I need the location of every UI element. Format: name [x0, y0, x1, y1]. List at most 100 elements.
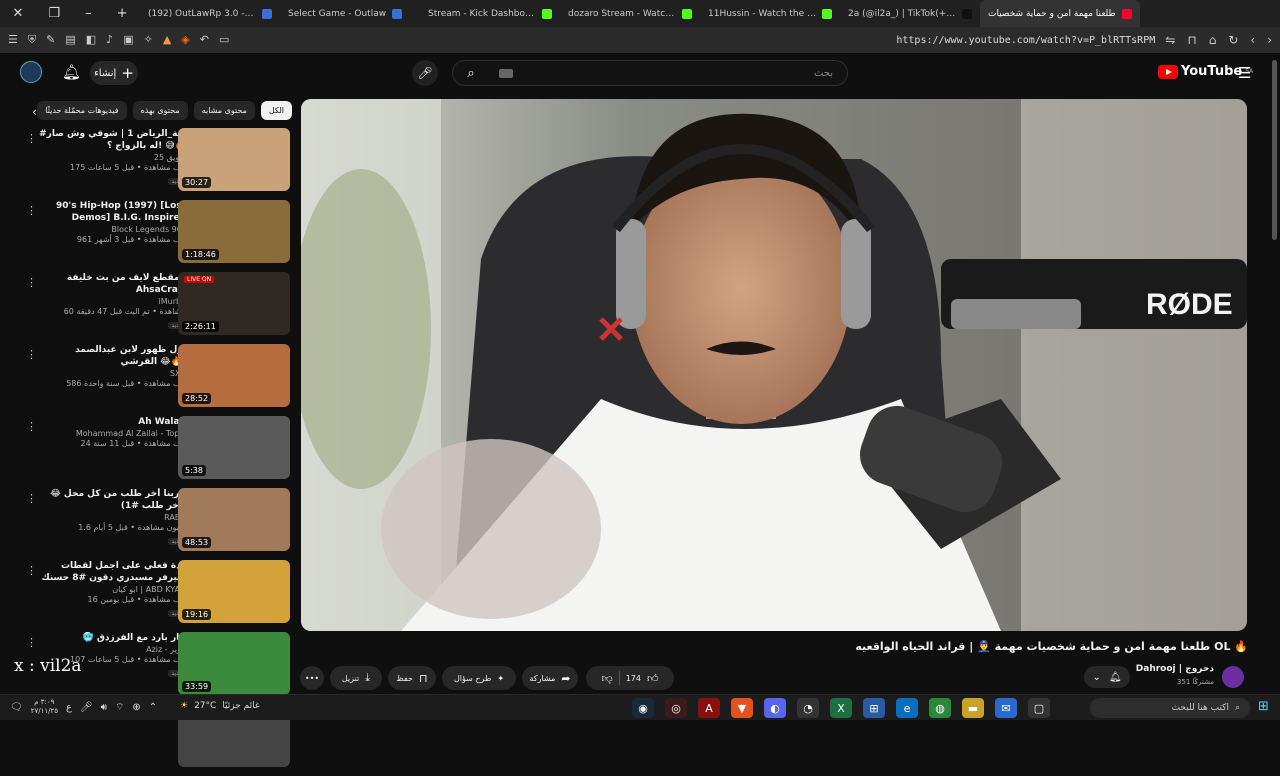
excel-icon[interactable]: X	[830, 698, 852, 718]
mail-icon[interactable]: ✉	[995, 698, 1017, 718]
weather-widget[interactable]: ☀ 27°C غائم جزئيًا	[180, 701, 260, 711]
extension-icon[interactable]: ✧	[144, 33, 153, 47]
chrome-icon[interactable]: ◍	[929, 698, 951, 718]
filter-chip[interactable]: الكل	[260, 100, 292, 120]
related-video-item[interactable]: ⋮ جربنا أخر طلب من كل محل 😂 (اخر طلب #1) R…	[14, 488, 292, 556]
related-video-title[interactable]: 🥶 حار بارد مع الفرزدق	[36, 632, 186, 644]
file-explorer-icon[interactable]: ▬	[962, 698, 984, 718]
related-video-channel[interactable]: SXB	[36, 369, 186, 378]
related-video-title[interactable]: Ah Walah	[36, 416, 186, 428]
search-icon[interactable]: ⌕	[453, 66, 489, 81]
forward-icon[interactable]: ›	[1267, 33, 1272, 47]
dislike-icon[interactable]: 👎︎	[602, 672, 613, 685]
chevron-up-icon[interactable]: ⌃	[149, 702, 157, 713]
close-window-icon[interactable]: ✕	[13, 6, 24, 21]
input-language[interactable]: ع	[66, 702, 72, 713]
url-field[interactable]: https://www.youtube.com/watch?v=P_blRTTs…	[896, 35, 1155, 46]
related-video-item[interactable]: ⋮ Ah Walah Mohammad Al Zailai - Topic 24 أل…	[14, 416, 292, 484]
related-video-item[interactable]: ⋮اول ظهور لابن عبدالصمد القرشي 😂🔥!SXB586…	[14, 344, 292, 412]
related-video-thumbnail[interactable]: LIVE ON 2:26:11	[178, 272, 290, 335]
search-input[interactable]: بحث	[814, 68, 833, 79]
related-video-title[interactable]: #لغة_الرياض 1 | شوفي وش صار له بالزواج ؟…	[36, 128, 186, 152]
steam-icon[interactable]: ◉	[632, 698, 654, 718]
related-video-title[interactable]: اول ظهور لابن عبدالصمد القرشي 😂🔥!	[36, 344, 186, 368]
related-video-item[interactable]: ⋮ردة فعلي على اجمل لقطات سيرفر مسبدري دق…	[14, 560, 292, 628]
undo-icon[interactable]: ↶	[200, 33, 209, 47]
pen-icon[interactable]: ✎	[46, 33, 55, 47]
related-video-item[interactable]: ⋮ #لغة_الرياض 1 | شوفي وش صار له بالزواج …	[14, 128, 292, 196]
voice-search-button[interactable]: 🎤︎	[412, 60, 438, 86]
browser-tab[interactable]: طلعنا مهمة امن و حماية شخصيات	[980, 0, 1140, 27]
page-scrollbar[interactable]	[1272, 60, 1277, 240]
task-view-icon[interactable]: ▢	[1028, 698, 1050, 718]
brave-shield-icon[interactable]: ◈	[181, 33, 189, 47]
filter-chip[interactable]: محتوى بهذه	[132, 100, 188, 120]
menu-icon[interactable]: ☰	[8, 33, 18, 47]
reload-icon[interactable]: ↻	[1228, 33, 1238, 47]
edge-icon[interactable]: e	[896, 698, 918, 718]
related-video-title[interactable]: جربنا أخر طلب من كل محل 😂 (اخر طلب #1)	[36, 488, 186, 512]
sidebar-icon[interactable]: ◧	[86, 33, 96, 47]
new-tab-icon[interactable]: +	[117, 6, 128, 21]
speedometer-icon[interactable]: ◔	[797, 698, 819, 718]
related-video-thumbnail[interactable]: 1:18:46	[178, 200, 290, 263]
bookmark-icon[interactable]: ⊓	[1187, 33, 1196, 47]
video-player[interactable]: RØDE	[301, 99, 1247, 631]
notifications-bell-icon[interactable]: 🔔︎	[62, 63, 81, 81]
related-video-thumbnail[interactable]: 33:59	[178, 632, 290, 695]
guide-menu-icon[interactable]: ☰	[1238, 64, 1251, 82]
filter-chip[interactable]: فيديوهات محمّلة حديثًا	[37, 100, 127, 120]
account-avatar[interactable]	[20, 61, 42, 83]
like-icon[interactable]: 👍︎	[647, 672, 659, 685]
related-video-channel[interactable]: ابو كيان | ABD KYAN	[36, 585, 186, 594]
related-video-title[interactable]: مقطع لايف من بث خليفة | AhsaCraft	[36, 272, 186, 296]
browser-tab[interactable]: 11Hussin - Watch the VOD on Kick	[700, 0, 840, 27]
related-video-thumbnail[interactable]: 30:27	[178, 128, 290, 191]
related-video-channel[interactable]: Mohammad Al Zailai - Topic	[36, 429, 186, 438]
browser-tab[interactable]: (192) OutLawRp 3.0 - Live Console	[140, 0, 280, 27]
channel-avatar[interactable]	[1222, 666, 1244, 688]
related-video-thumbnail[interactable]: 19:16	[178, 560, 290, 623]
restore-window-icon[interactable]: ❐	[48, 6, 60, 21]
brave-icon[interactable]: ▼	[731, 698, 753, 718]
related-video-thumbnail[interactable]: 5:38	[178, 416, 290, 479]
home-icon[interactable]: ⌂	[1209, 33, 1217, 47]
browser-tab[interactable]: Stream - Kick Dashboard	[420, 0, 560, 27]
related-video-thumbnail[interactable]: 28:52	[178, 344, 290, 407]
keyboard-icon[interactable]	[499, 68, 513, 78]
translate-icon[interactable]: ⇋	[1165, 33, 1175, 47]
related-video-channel[interactable]: iMurba	[36, 297, 186, 306]
channel-name[interactable]: Dahrooj | دحروج	[1136, 664, 1214, 674]
related-video-title[interactable]: 90's Hip-Hop (1997) [Lost Demos] B.I.G. …	[36, 200, 186, 224]
related-video-title[interactable]: ردة فعلي على اجمل لقطات سيرفر مسبدري دقو…	[36, 560, 186, 584]
discord-icon[interactable]: ◐	[764, 698, 786, 718]
browser-tab[interactable]: 2a (@il2a_) | TikTok(+99)	[840, 0, 980, 27]
music-icon[interactable]: ♪	[106, 33, 113, 47]
taskbar-search[interactable]: اكتب هنا للبحث ⌕	[1090, 698, 1250, 718]
clock[interactable]: ٣:٠٩ م ٢٧/١١/٢٥	[31, 698, 58, 716]
shield-icon[interactable]: ⛨	[28, 33, 36, 47]
volume-icon[interactable]: 🔊︎	[101, 702, 107, 713]
related-video-thumbnail[interactable]: 48:53	[178, 488, 290, 551]
store-icon[interactable]: ⊞	[863, 698, 885, 718]
screenshot-icon[interactable]: ▣	[123, 33, 133, 47]
related-video-item[interactable]: ⋮مقطع لايف من بث خليفة | AhsaCraftiMurba…	[14, 272, 292, 340]
tabs-icon[interactable]: ▤	[65, 33, 75, 47]
related-video-channel[interactable]: Aziz - عزيز	[36, 645, 186, 654]
ask-button[interactable]: طرح سؤال ✦	[442, 666, 516, 690]
browser-tab[interactable]: Select Game - Outlaw	[280, 0, 420, 27]
more-actions-button[interactable]: •••	[300, 666, 324, 690]
obs-icon[interactable]: ◎	[665, 698, 687, 718]
download-button[interactable]: تنزيل ⤓	[330, 666, 382, 690]
subscribed-button[interactable]: ⌄ 🔔︎	[1084, 666, 1130, 688]
windows-start-icon[interactable]: ⊞	[1258, 699, 1269, 714]
back-icon[interactable]: ‹	[1250, 33, 1255, 47]
related-video-channel[interactable]: طويق 25	[36, 153, 186, 162]
related-video-channel[interactable]: RAED	[36, 513, 186, 522]
create-button[interactable]: إنشاء +	[90, 61, 138, 85]
brave-rewards-icon[interactable]: ▲	[163, 33, 171, 47]
related-video-channel[interactable]: Block Legends 90s	[36, 225, 186, 234]
network-icon[interactable]: ⌔	[115, 701, 124, 714]
tray-app-icon[interactable]: ⊕	[132, 702, 140, 713]
share-button[interactable]: مشاركة ➦	[522, 666, 578, 690]
